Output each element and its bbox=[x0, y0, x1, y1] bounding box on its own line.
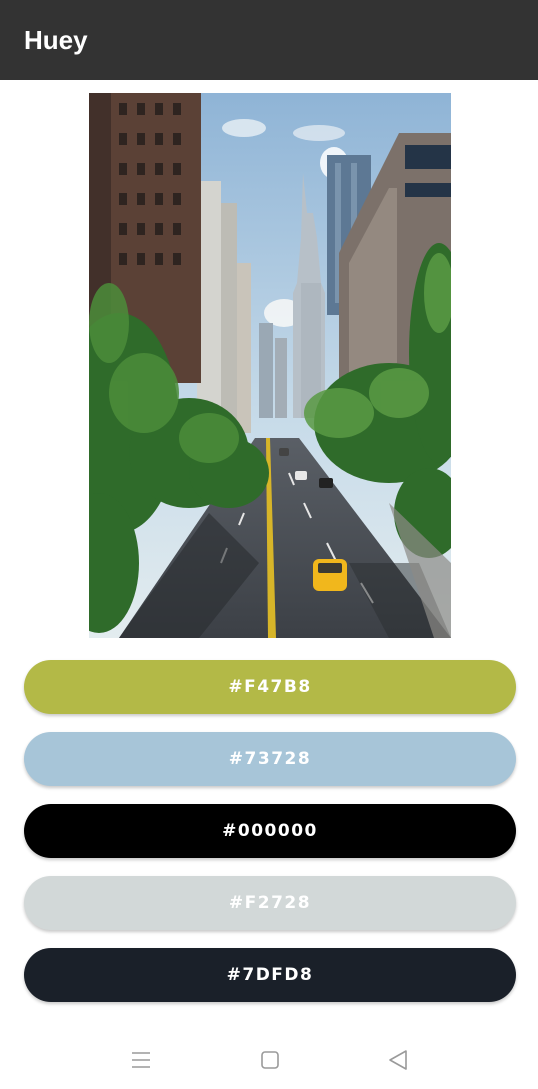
swatch-hex-label: #000000 bbox=[222, 821, 318, 841]
city-street-photo bbox=[89, 93, 451, 638]
menu-button[interactable] bbox=[121, 1042, 161, 1078]
swatch-hex-label: #F47B8 bbox=[228, 677, 312, 697]
back-triangle-icon bbox=[389, 1050, 407, 1070]
back-button[interactable] bbox=[378, 1042, 418, 1078]
swatch-hex-label: #73728 bbox=[228, 749, 312, 769]
color-swatch-button[interactable]: #7DFD8 bbox=[24, 948, 516, 1002]
home-button[interactable] bbox=[250, 1042, 290, 1078]
app-title: Huey bbox=[24, 25, 88, 55]
system-navigation-bar bbox=[0, 1030, 538, 1089]
menu-icon bbox=[132, 1052, 150, 1068]
color-swatch-button[interactable]: #73728 bbox=[24, 732, 516, 786]
color-swatch-button[interactable]: #000000 bbox=[24, 804, 516, 858]
color-swatch-button[interactable]: #F47B8 bbox=[24, 660, 516, 714]
app-bar: Huey bbox=[0, 0, 538, 80]
swatch-hex-label: #F2728 bbox=[228, 893, 312, 913]
home-square-icon bbox=[261, 1051, 279, 1069]
swatch-hex-label: #7DFD8 bbox=[226, 965, 314, 985]
color-swatch-button[interactable]: #F2728 bbox=[24, 876, 516, 930]
